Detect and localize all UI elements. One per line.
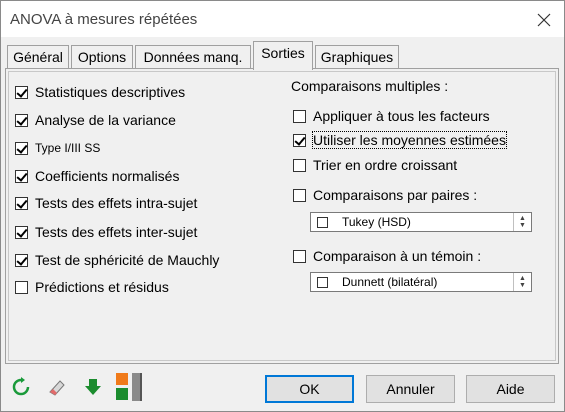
tab-graphiques[interactable]: Graphiques <box>315 45 399 69</box>
option-label: Trier en ordre croissant <box>313 157 458 173</box>
checkbox[interactable] <box>293 188 306 202</box>
option-appliquer-tous-facteurs[interactable]: Appliquer à tous les facteurs <box>293 107 490 125</box>
option-coefficients-normalises[interactable]: Coefficients normalisés <box>15 167 179 185</box>
pairwise-method-select[interactable]: Tukey (HSD) ▲ ▼ <box>310 212 532 232</box>
option-label: Analyse de la variance <box>35 112 176 128</box>
tab-panel-sorties: Statistiques descriptives Analyse de la … <box>5 68 559 364</box>
option-trier-ordre-croissant[interactable]: Trier en ordre croissant <box>293 156 457 174</box>
option-analyse-variance[interactable]: Analyse de la variance <box>15 111 176 129</box>
close-button[interactable] <box>529 7 559 33</box>
option-utiliser-moyennes-estimees[interactable]: Utiliser les moyennes estimées <box>293 131 507 149</box>
option-type-ss[interactable]: Type I/III SS <box>15 139 100 157</box>
tab-strip: Général Options Données manq. Sorties Gr… <box>1 41 564 70</box>
window-title: ANOVA à mesures répétées <box>10 11 198 28</box>
multiple-comparisons-heading: Comparaisons multiples : <box>291 78 449 94</box>
option-label: Tests des effets inter-sujet <box>35 224 198 240</box>
option-label: Tests des effets intra-sujet <box>35 195 198 211</box>
checkbox[interactable] <box>15 141 28 155</box>
method-checkbox[interactable] <box>317 276 328 288</box>
checkbox[interactable] <box>15 196 28 210</box>
checkbox[interactable] <box>15 280 28 294</box>
refresh-icon <box>12 377 30 396</box>
panel-frame: Statistiques descriptives Analyse de la … <box>8 71 556 361</box>
checkbox[interactable] <box>15 253 28 267</box>
option-label: Utiliser les moyennes estimées <box>312 131 507 149</box>
control-method-value: Dunnett (bilatéral) <box>342 275 438 289</box>
option-predictions-residus[interactable]: Prédictions et résidus <box>15 278 169 296</box>
download-button[interactable] <box>81 375 105 399</box>
option-statistiques-descriptives[interactable]: Statistiques descriptives <box>15 83 185 101</box>
title-bar: ANOVA à mesures répétées <box>1 1 564 37</box>
layout-button[interactable] <box>113 373 151 401</box>
tab-general[interactable]: Général <box>7 45 69 69</box>
pairwise-method-value: Tukey (HSD) <box>342 215 411 229</box>
option-label: Prédictions et résidus <box>35 279 169 295</box>
eraser-icon <box>49 380 65 396</box>
tab-options[interactable]: Options <box>71 45 133 69</box>
checkbox[interactable] <box>293 109 306 123</box>
down-arrow-icon <box>85 379 101 395</box>
layout-icon <box>116 373 142 401</box>
checkbox[interactable] <box>293 133 306 147</box>
checkbox[interactable] <box>15 85 28 99</box>
option-label: Type I/III SS <box>35 141 101 155</box>
cancel-button[interactable]: Annuler <box>366 375 455 403</box>
option-label: Statistiques descriptives <box>35 84 186 100</box>
reset-button[interactable] <box>9 375 33 399</box>
control-method-select[interactable]: Dunnett (bilatéral) ▲ ▼ <box>310 272 532 292</box>
clear-button[interactable] <box>45 375 69 399</box>
option-test-mauchly[interactable]: Test de sphéricité de Mauchly <box>15 251 219 269</box>
checkbox[interactable] <box>293 158 306 172</box>
ok-button[interactable]: OK <box>265 375 354 403</box>
option-tests-inter-sujet[interactable]: Tests des effets inter-sujet <box>15 223 197 241</box>
checkbox[interactable] <box>15 113 28 127</box>
method-checkbox[interactable] <box>317 216 328 228</box>
tab-donnees-manq[interactable]: Données manq. <box>135 45 251 69</box>
option-label: Comparaisons par paires : <box>313 187 478 203</box>
spin-icon[interactable]: ▲ ▼ <box>513 273 531 291</box>
option-label: Test de sphéricité de Mauchly <box>35 252 220 268</box>
tab-sorties[interactable]: Sorties <box>253 41 313 70</box>
close-icon <box>537 13 551 27</box>
help-button[interactable]: Aide <box>466 375 555 403</box>
option-label: Comparaison à un témoin : <box>313 248 482 264</box>
checkbox[interactable] <box>15 225 28 239</box>
option-label: Coefficients normalisés <box>35 168 180 184</box>
button-bar: OK Annuler Aide <box>1 366 564 411</box>
option-label: Appliquer à tous les facteurs <box>313 108 490 124</box>
checkbox[interactable] <box>15 169 28 183</box>
checkbox[interactable] <box>293 249 306 263</box>
option-comparaisons-par-paires[interactable]: Comparaisons par paires : <box>293 186 477 204</box>
option-comparaison-temoin[interactable]: Comparaison à un témoin : <box>293 247 481 265</box>
dialog-window: ANOVA à mesures répétées Général Options… <box>0 0 565 412</box>
spin-icon[interactable]: ▲ ▼ <box>513 213 531 231</box>
option-tests-intra-sujet[interactable]: Tests des effets intra-sujet <box>15 194 197 212</box>
